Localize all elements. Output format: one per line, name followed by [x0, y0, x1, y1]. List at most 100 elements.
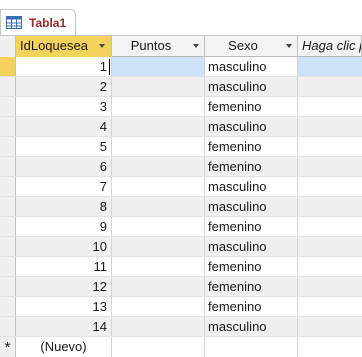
cell-idloquesea[interactable]: 8 [16, 197, 112, 217]
cell-add-field[interactable] [298, 177, 362, 197]
cell-puntos[interactable] [112, 77, 205, 97]
row-selector[interactable] [0, 117, 16, 137]
cell-puntos[interactable] [112, 117, 205, 137]
cell-idloquesea[interactable]: 11 [16, 257, 112, 277]
column-header-label: Haga clic p [302, 38, 362, 53]
cell-add-field[interactable] [298, 297, 362, 317]
cell-add-field[interactable] [298, 277, 362, 297]
cell-add-field[interactable] [298, 317, 362, 337]
cell-sexo[interactable]: masculino [205, 57, 298, 77]
cell-sexo[interactable]: femenino [205, 157, 298, 177]
table-row: 14 masculino [0, 317, 362, 337]
cell-add-field[interactable] [298, 257, 362, 277]
cell-puntos[interactable] [112, 137, 205, 157]
cell-idloquesea[interactable]: 1 [16, 57, 112, 77]
cell-add-field[interactable] [298, 337, 362, 357]
table-row: 1 masculino [0, 57, 362, 77]
row-selector[interactable] [0, 177, 16, 197]
row-selector[interactable] [0, 257, 16, 277]
cell-puntos[interactable] [112, 337, 205, 357]
cell-puntos[interactable] [112, 277, 205, 297]
cell-puntos[interactable] [112, 217, 205, 237]
row-selector[interactable] [0, 57, 16, 77]
cell-idloquesea[interactable]: 3 [16, 97, 112, 117]
cell-add-field[interactable] [298, 77, 362, 97]
table-row: 13 femenino [0, 297, 362, 317]
cell-puntos[interactable] [112, 197, 205, 217]
column-header-label: Sexo [228, 38, 258, 53]
row-selector[interactable] [0, 197, 16, 217]
cell-add-field[interactable] [298, 217, 362, 237]
cell-add-field[interactable] [298, 137, 362, 157]
select-all-button[interactable] [0, 36, 16, 57]
row-selector[interactable] [0, 97, 16, 117]
cell-sexo[interactable]: femenino [205, 277, 298, 297]
row-selector[interactable] [0, 157, 16, 177]
row-selector[interactable] [0, 137, 16, 157]
cell-sexo[interactable]: femenino [205, 257, 298, 277]
table-row: 3 femenino [0, 97, 362, 117]
cell-puntos[interactable] [112, 237, 205, 257]
table-row: 8 masculino [0, 197, 362, 217]
cell-sexo[interactable]: masculino [205, 237, 298, 257]
cell-add-field[interactable] [298, 197, 362, 217]
cell-idloquesea[interactable]: 13 [16, 297, 112, 317]
row-selector[interactable] [0, 77, 16, 97]
new-record-marker: * [0, 337, 16, 357]
tab-tabla1[interactable]: Tabla1 [0, 9, 76, 36]
chevron-down-icon[interactable] [286, 44, 292, 48]
cell-idloquesea[interactable]: 5 [16, 137, 112, 157]
cell-sexo[interactable]: femenino [205, 137, 298, 157]
cell-sexo[interactable]: masculino [205, 197, 298, 217]
column-header-sexo[interactable]: Sexo [205, 36, 298, 57]
cell-add-field[interactable] [298, 237, 362, 257]
chevron-down-icon[interactable] [99, 44, 105, 48]
table-row: 9 femenino [0, 217, 362, 237]
text-cursor [109, 59, 110, 75]
document-tab-bar: Tabla1 [0, 0, 362, 36]
cell-sexo[interactable]: femenino [205, 217, 298, 237]
cell-puntos[interactable] [112, 317, 205, 337]
table-row: 12 femenino [0, 277, 362, 297]
row-selector[interactable] [0, 317, 16, 337]
cell-sexo[interactable]: masculino [205, 117, 298, 137]
column-header-label: Puntos [130, 38, 172, 53]
cell-puntos[interactable] [112, 257, 205, 277]
cell-idloquesea[interactable]: 6 [16, 157, 112, 177]
cell-idloquesea[interactable]: 7 [16, 177, 112, 197]
cell-puntos[interactable] [112, 297, 205, 317]
cell-add-field[interactable] [298, 117, 362, 137]
column-header-label: IdLoquesea [20, 38, 88, 53]
row-selector[interactable] [0, 237, 16, 257]
row-selector[interactable] [0, 297, 16, 317]
column-header-idloquesea[interactable]: IdLoquesea [16, 36, 112, 57]
cell-sexo[interactable]: masculino [205, 177, 298, 197]
row-selector[interactable] [0, 217, 16, 237]
cell-idloquesea[interactable]: 10 [16, 237, 112, 257]
cell-idloquesea[interactable]: 9 [16, 217, 112, 237]
cell-sexo[interactable] [205, 337, 298, 357]
cell-sexo[interactable]: femenino [205, 297, 298, 317]
cell-add-field[interactable] [298, 97, 362, 117]
cell-puntos[interactable] [112, 177, 205, 197]
row-selector[interactable] [0, 277, 16, 297]
cell-sexo[interactable]: femenino [205, 97, 298, 117]
column-header-puntos[interactable]: Puntos [112, 36, 205, 57]
cell-add-field[interactable] [298, 57, 362, 77]
cell-puntos[interactable] [112, 157, 205, 177]
new-record-row[interactable]: * (Nuevo) [0, 337, 362, 357]
chevron-down-icon[interactable] [193, 44, 199, 48]
cell-idloquesea[interactable]: 2 [16, 77, 112, 97]
cell-puntos[interactable] [112, 97, 205, 117]
new-record-label[interactable]: (Nuevo) [16, 337, 112, 357]
cell-sexo[interactable]: masculino [205, 317, 298, 337]
cell-idloquesea[interactable]: 4 [16, 117, 112, 137]
tab-title: Tabla1 [29, 16, 67, 30]
cell-puntos[interactable] [112, 57, 205, 77]
table-row: 6 femenino [0, 157, 362, 177]
cell-idloquesea[interactable]: 14 [16, 317, 112, 337]
cell-sexo[interactable]: masculino [205, 77, 298, 97]
cell-add-field[interactable] [298, 157, 362, 177]
cell-idloquesea[interactable]: 12 [16, 277, 112, 297]
column-header-add-field[interactable]: Haga clic p [298, 36, 362, 57]
